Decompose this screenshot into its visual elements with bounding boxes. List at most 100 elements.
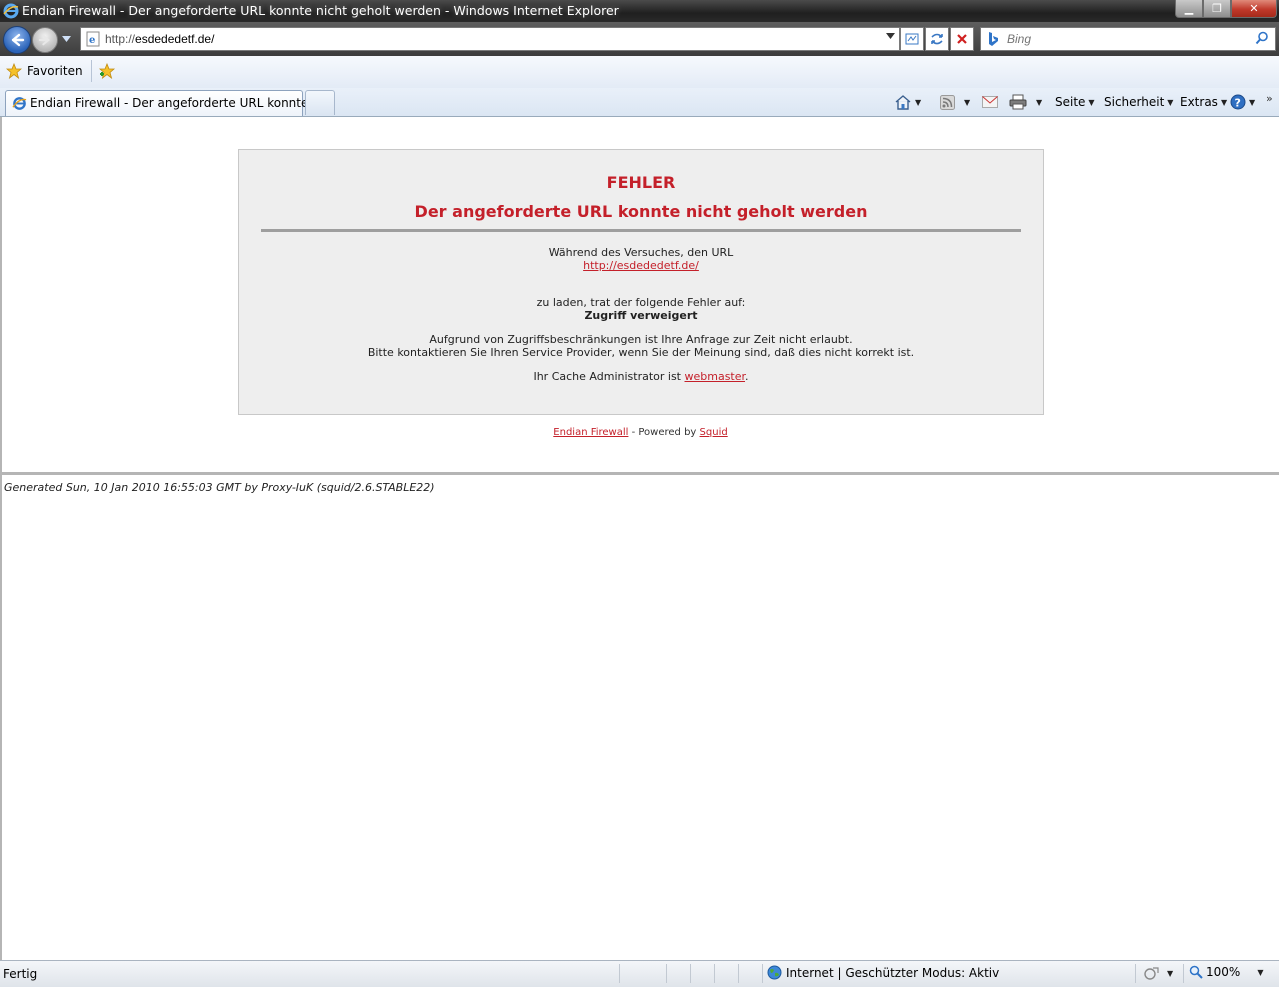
rss-feed-icon (940, 94, 955, 110)
squid-link[interactable]: Squid (700, 427, 728, 438)
print-button[interactable]: ▼ (1009, 92, 1042, 112)
page-viewport: FEHLER Der angeforderte URL konnte nicht… (0, 117, 1279, 960)
status-divider (1135, 964, 1136, 983)
arrow-right-icon (38, 34, 51, 46)
endian-firewall-link[interactable]: Endian Firewall (553, 427, 628, 438)
security-zone[interactable]: Internet | Geschützter Modus: Aktiv (767, 965, 999, 980)
printer-icon (1009, 94, 1027, 110)
extras-menu[interactable]: Extras ▼ (1180, 92, 1227, 112)
while-trying-text: Während des Versuches, den URL (548, 246, 734, 259)
chevron-down-icon[interactable] (886, 33, 895, 39)
chevron-down-icon: ▼ (1167, 969, 1174, 978)
search-input[interactable] (1005, 30, 1249, 48)
chevron-down-icon: ▼ (1220, 97, 1228, 107)
magnifier-icon (1189, 965, 1203, 979)
chevron-down-icon[interactable]: ▼ (1036, 98, 1042, 107)
title-bar: Endian Firewall - Der angeforderte URL k… (0, 0, 1279, 22)
compatibility-view-button[interactable] (900, 27, 924, 51)
star-icon (6, 63, 22, 79)
more-commands-button[interactable]: » (1266, 88, 1273, 108)
favorites-bar: Favoriten (0, 56, 1279, 89)
tab-active[interactable]: Endian Firewall - Der angeforderte URL k… (5, 90, 335, 116)
error-title: FEHLER (606, 173, 676, 192)
status-divider (619, 964, 620, 983)
search-icon[interactable] (1255, 31, 1269, 45)
cache-admin-line: Ihr Cache Administrator ist webmaster. (239, 370, 1043, 383)
shield-icon (1144, 967, 1159, 980)
status-divider (714, 964, 715, 983)
chevron-down-icon: ▼ (1257, 967, 1264, 977)
chevron-down-icon: ▼ (1167, 97, 1174, 107)
zoom-level: 100% (1206, 965, 1241, 979)
arrow-left-icon (11, 33, 25, 47)
add-favorite-icon (98, 62, 116, 80)
svg-text:?: ? (1235, 97, 1241, 110)
mail-icon (982, 96, 998, 108)
chevron-down-icon[interactable]: ▼ (964, 98, 970, 107)
requested-url-link[interactable]: http://esdededetf.de/ (583, 259, 699, 272)
address-bar: e http://esdededetf.de/ (0, 22, 1279, 56)
status-text: Fertig (3, 967, 38, 981)
to-load-text: zu laden, trat der folgende Fehler auf: (536, 296, 746, 309)
powered-by-footer: Endian Firewall - Powered by Squid (2, 427, 1279, 438)
new-tab-button[interactable] (305, 90, 335, 115)
window-title: Endian Firewall - Der angeforderte URL k… (22, 3, 619, 18)
status-divider (1183, 964, 1184, 983)
chevron-down-icon: ▼ (1249, 97, 1256, 107)
security-menu[interactable]: Sicherheit ▼ (1104, 92, 1173, 112)
webmaster-link[interactable]: webmaster (685, 370, 746, 383)
help-icon: ? (1230, 94, 1246, 110)
home-button[interactable]: ▼ (894, 92, 921, 112)
add-to-favorites-bar-button[interactable] (98, 62, 116, 82)
error-heading: Der angeforderte URL konnte nicht geholt… (414, 202, 868, 221)
close-window-button[interactable]: ✕ (1231, 0, 1277, 18)
stop-x-icon (957, 34, 967, 44)
home-icon (895, 95, 911, 110)
security-zone-label: Internet | Geschützter Modus: Aktiv (786, 965, 1000, 980)
powered-by-text: - Powered by (628, 427, 700, 438)
search-box[interactable] (980, 27, 1276, 51)
status-divider (690, 964, 691, 983)
heading-divider (261, 229, 1021, 232)
refresh-button[interactable] (925, 27, 949, 51)
ie-logo-icon (3, 3, 19, 19)
stop-button[interactable] (950, 27, 974, 51)
status-divider (666, 964, 667, 983)
feeds-button[interactable]: ▼ (940, 92, 970, 112)
svg-text:e: e (89, 35, 95, 46)
page-menu-label: Seite (1055, 95, 1086, 109)
back-button[interactable] (3, 26, 31, 54)
zoom-control[interactable]: 100% ▼ (1189, 965, 1263, 979)
extras-menu-label: Extras (1180, 95, 1218, 109)
ie-page-icon (12, 97, 27, 110)
url-protocol: http:// (105, 32, 136, 46)
page-menu[interactable]: Seite ▼ (1055, 92, 1095, 112)
maximize-button[interactable]: ❐ (1203, 0, 1231, 18)
popup-blocker-button[interactable]: ▼ (1143, 966, 1173, 981)
ie-page-icon: e (86, 31, 100, 47)
cache-admin-suffix: . (745, 370, 749, 383)
favorites-button[interactable]: Favoriten (6, 63, 83, 79)
page-divider (2, 472, 1279, 475)
command-bar: Endian Firewall - Der angeforderte URL k… (0, 88, 1279, 117)
recent-pages-dropdown[interactable] (60, 33, 72, 45)
forward-button[interactable] (32, 27, 58, 53)
bing-icon (989, 32, 998, 46)
url-text[interactable]: http://esdededetf.de/ (105, 32, 214, 46)
chevron-down-icon[interactable]: ▼ (915, 98, 921, 107)
globe-icon (767, 965, 782, 980)
error-name: Zugriff verweigert (584, 309, 698, 322)
chevron-down-icon (61, 36, 71, 42)
url-field[interactable]: e http://esdededetf.de/ (80, 27, 900, 51)
error-box: FEHLER Der angeforderte URL konnte nicht… (238, 149, 1044, 415)
status-divider (738, 964, 739, 983)
tab-title: Endian Firewall - Der angeforderte URL k… (30, 96, 335, 110)
read-mail-button[interactable] (982, 92, 998, 112)
minimize-button[interactable]: ▁ (1175, 0, 1203, 18)
compatibility-icon (905, 33, 919, 45)
chevron-down-icon: ▼ (1088, 97, 1095, 107)
help-button[interactable]: ? ▼ (1230, 92, 1255, 112)
explanation-line-2: Bitte kontaktieren Sie Ihren Service Pro… (367, 346, 915, 359)
generated-footer: Generated Sun, 10 Jan 2010 16:55:03 GMT … (4, 481, 435, 494)
status-bar: Fertig Internet | Geschützter Modus: Akt… (0, 960, 1279, 987)
